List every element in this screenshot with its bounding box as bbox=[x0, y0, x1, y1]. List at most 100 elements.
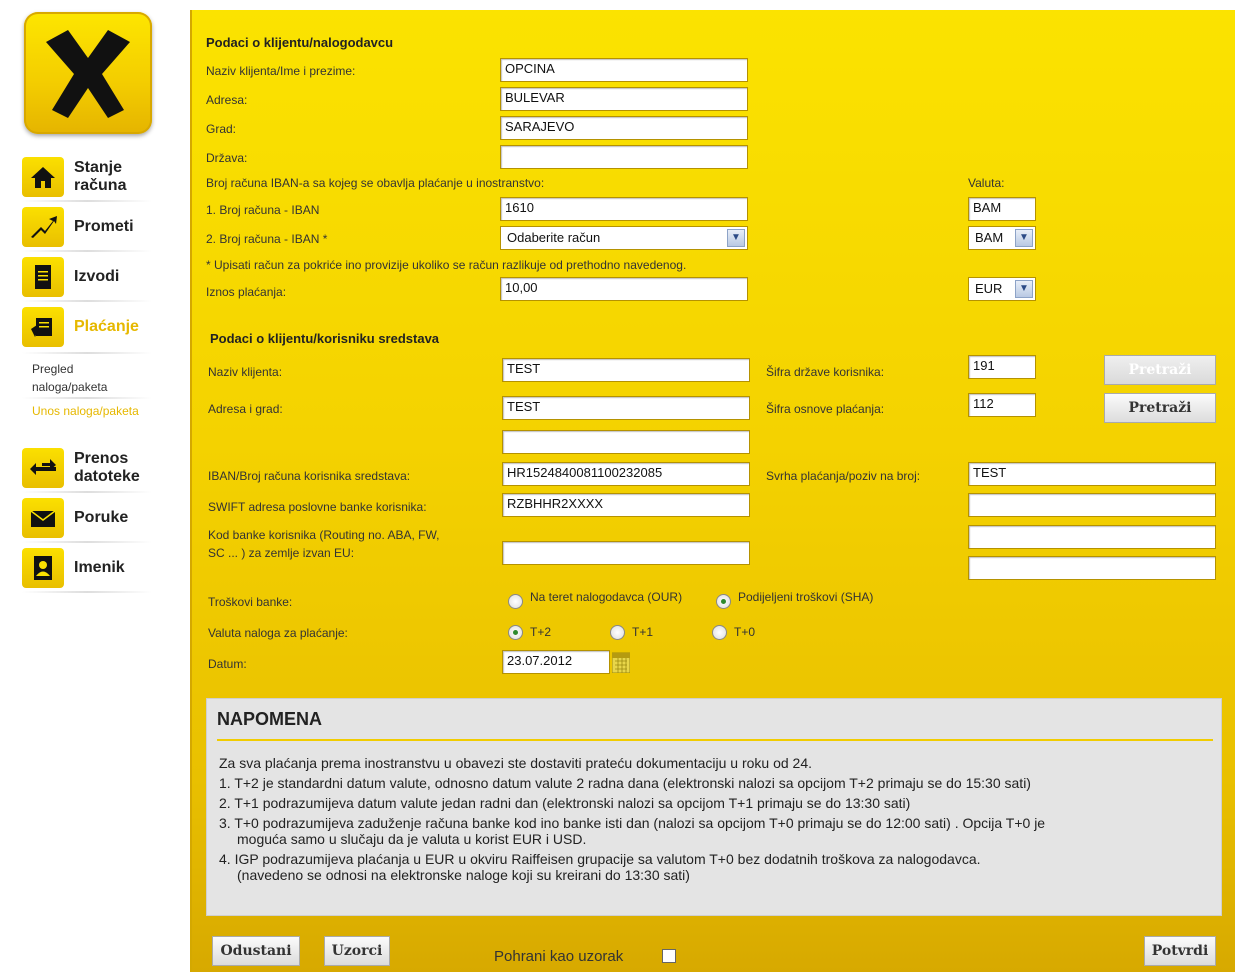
amount-currency-select[interactable]: EUR ▼ bbox=[968, 277, 1036, 301]
date-input[interactable]: 23.07.2012 bbox=[502, 650, 610, 674]
note-item-1: 1. T+2 je standardni datum valute, odnos… bbox=[219, 775, 1031, 791]
t0-radio[interactable] bbox=[712, 625, 727, 640]
nav-stanje-racuna[interactable]: Stanje računa bbox=[22, 154, 152, 200]
chevron-down-icon[interactable]: ▼ bbox=[1015, 229, 1033, 247]
raiffeisen-logo[interactable] bbox=[24, 12, 152, 134]
home-icon bbox=[22, 157, 64, 197]
address-label: Adresa: bbox=[206, 93, 248, 107]
nav-label: Poruke bbox=[74, 509, 129, 526]
chevron-down-icon[interactable]: ▼ bbox=[727, 229, 745, 247]
account2-select-value: Odaberite račun bbox=[507, 230, 601, 245]
city-label: Grad: bbox=[206, 122, 237, 136]
client-name-input[interactable]: OPCINA bbox=[500, 58, 748, 82]
account1-input[interactable]: 1610 bbox=[500, 197, 748, 221]
client-name-label: Naziv klijenta/Ime i prezime: bbox=[206, 64, 356, 78]
fee-our-radio[interactable] bbox=[508, 594, 523, 609]
beneficiary-iban-input[interactable]: HR1524840081100232085 bbox=[502, 462, 750, 486]
calendar-icon[interactable] bbox=[611, 651, 631, 674]
account2-currency-value: BAM bbox=[975, 230, 1004, 245]
routing-input[interactable] bbox=[502, 541, 750, 565]
nav-label: Imenik bbox=[74, 559, 125, 576]
cancel-button[interactable]: Odustani bbox=[212, 936, 300, 966]
save-template-checkbox[interactable] bbox=[662, 949, 676, 963]
nav-prenos-datoteke[interactable]: Prenos datoteke bbox=[22, 445, 152, 491]
note-item-3a: 3. T+0 podrazumijeva zaduženje računa ba… bbox=[219, 815, 1046, 831]
sender-heading: Podaci o klijentu/nalogodavcu bbox=[206, 35, 394, 50]
country-input[interactable] bbox=[500, 145, 748, 169]
purpose-input-4[interactable] bbox=[968, 556, 1216, 580]
t2-radio[interactable] bbox=[508, 625, 523, 640]
fee-sha-radio[interactable] bbox=[716, 594, 731, 609]
purpose-input-3[interactable] bbox=[968, 525, 1216, 549]
iban-intro-label: Broj računa IBAN-a sa kojeg se obavlja p… bbox=[206, 176, 545, 190]
nav-label: Plaćanje bbox=[74, 318, 139, 335]
t1-label: T+1 bbox=[632, 625, 654, 639]
account1-label: 1. Broj računa - IBAN bbox=[206, 203, 320, 217]
fee-sha-label: Podijeljeni troškovi (SHA) bbox=[738, 590, 874, 604]
trend-up-icon bbox=[22, 207, 64, 247]
t2-label: T+2 bbox=[530, 625, 552, 639]
note-item-4a: 4. IGP podrazumijeva plaćanja u EUR u ok… bbox=[219, 851, 981, 867]
document-icon bbox=[22, 257, 64, 297]
nav-label: Izvodi bbox=[74, 268, 120, 285]
subnav-unos[interactable]: Unos naloga/paketa bbox=[32, 402, 142, 420]
confirm-button[interactable]: Potvrdi bbox=[1144, 936, 1216, 966]
nav-imenik[interactable]: Imenik bbox=[22, 545, 152, 591]
purpose-label: Svrha plaćanja/poziv na broj: bbox=[766, 469, 921, 483]
nav-placanje[interactable]: Plaćanje bbox=[22, 304, 152, 350]
nav-poruke[interactable]: Poruke bbox=[22, 495, 152, 541]
note-item-3b: moguća samo u slučaju da je valuta u kor… bbox=[237, 831, 587, 847]
beneficiary-heading: Podaci o klijentu/korisniku sredstava bbox=[210, 331, 440, 346]
fees-label: Troškovi banke: bbox=[208, 595, 293, 609]
templates-button[interactable]: Uzorci bbox=[324, 936, 390, 966]
value-date-label: Valuta naloga za plaćanje: bbox=[208, 626, 348, 640]
note-item-2: 2. T+1 podrazumijeva datum valute jedan … bbox=[219, 795, 911, 811]
nav-label: Prometi bbox=[74, 218, 134, 235]
t0-label: T+0 bbox=[734, 625, 756, 639]
routing-label-2: SC ... ) za zemlje izvan EU: bbox=[208, 546, 355, 560]
beneficiary-address-input-2[interactable] bbox=[502, 430, 750, 454]
beneficiary-iban-label: IBAN/Broj računa korisnika sredstava: bbox=[208, 469, 411, 483]
account1-currency[interactable]: BAM bbox=[968, 197, 1036, 221]
purpose-input-1[interactable]: TEST bbox=[968, 462, 1216, 486]
swift-input[interactable]: RZBHHR2XXXX bbox=[502, 493, 750, 517]
nav-izvodi[interactable]: Izvodi bbox=[22, 254, 152, 300]
envelope-icon bbox=[22, 498, 64, 538]
city-input[interactable]: SARAJEVO bbox=[500, 116, 748, 140]
address-input[interactable]: BULEVAR bbox=[500, 87, 748, 111]
transfer-arrows-icon bbox=[22, 448, 64, 488]
basis-code-input[interactable]: 112 bbox=[968, 393, 1036, 417]
account2-currency-select[interactable]: BAM ▼ bbox=[968, 226, 1036, 250]
fee-our-label: Na teret nalogodavca (OUR) bbox=[530, 590, 683, 604]
date-label: Datum: bbox=[208, 657, 247, 671]
country-label: Država: bbox=[206, 151, 248, 165]
save-template-label: Pohrani kao uzorak bbox=[494, 948, 624, 965]
payment-form: Podaci o klijentu/nalogodavcu Naziv klij… bbox=[190, 10, 1235, 972]
chevron-down-icon[interactable]: ▼ bbox=[1015, 280, 1033, 298]
amount-label: Iznos plaćanja: bbox=[206, 285, 287, 299]
currency-label: Valuta: bbox=[968, 176, 1005, 190]
beneficiary-name-input[interactable]: TEST bbox=[502, 358, 750, 382]
nav-label: Stanje računa bbox=[74, 159, 127, 194]
search-country-button[interactable]: Pretraži bbox=[1104, 355, 1216, 385]
payment-icon bbox=[22, 307, 64, 347]
country-code-label: Šifra države korisnika: bbox=[766, 365, 885, 379]
note-divider bbox=[217, 739, 1213, 741]
note-title: NAPOMENA bbox=[217, 709, 323, 729]
t1-radio[interactable] bbox=[610, 625, 625, 640]
amount-input[interactable]: 10,00 bbox=[500, 277, 748, 301]
basis-code-label: Šifra osnove plaćanja: bbox=[766, 402, 885, 416]
purpose-input-2[interactable] bbox=[968, 493, 1216, 517]
account-note: * Upisati račun za pokriće ino provizije… bbox=[206, 258, 687, 272]
search-basis-button[interactable]: Pretraži bbox=[1104, 393, 1216, 423]
account2-select[interactable]: Odaberite račun ▼ bbox=[500, 226, 748, 250]
nav-label: Prenos datoteke bbox=[74, 450, 140, 485]
beneficiary-address-input[interactable]: TEST bbox=[502, 396, 750, 420]
nav-prometi[interactable]: Prometi bbox=[22, 204, 152, 250]
note-item-4b: (navedeno se odnosi na elektronske nalog… bbox=[237, 867, 690, 883]
country-code-input[interactable]: 191 bbox=[968, 355, 1036, 379]
address-book-icon bbox=[22, 548, 64, 588]
beneficiary-name-label: Naziv klijenta: bbox=[208, 365, 283, 379]
subnav-pregled[interactable]: Pregled naloga/paketa bbox=[32, 360, 142, 396]
swift-label: SWIFT adresa poslovne banke korisnika: bbox=[208, 500, 427, 514]
